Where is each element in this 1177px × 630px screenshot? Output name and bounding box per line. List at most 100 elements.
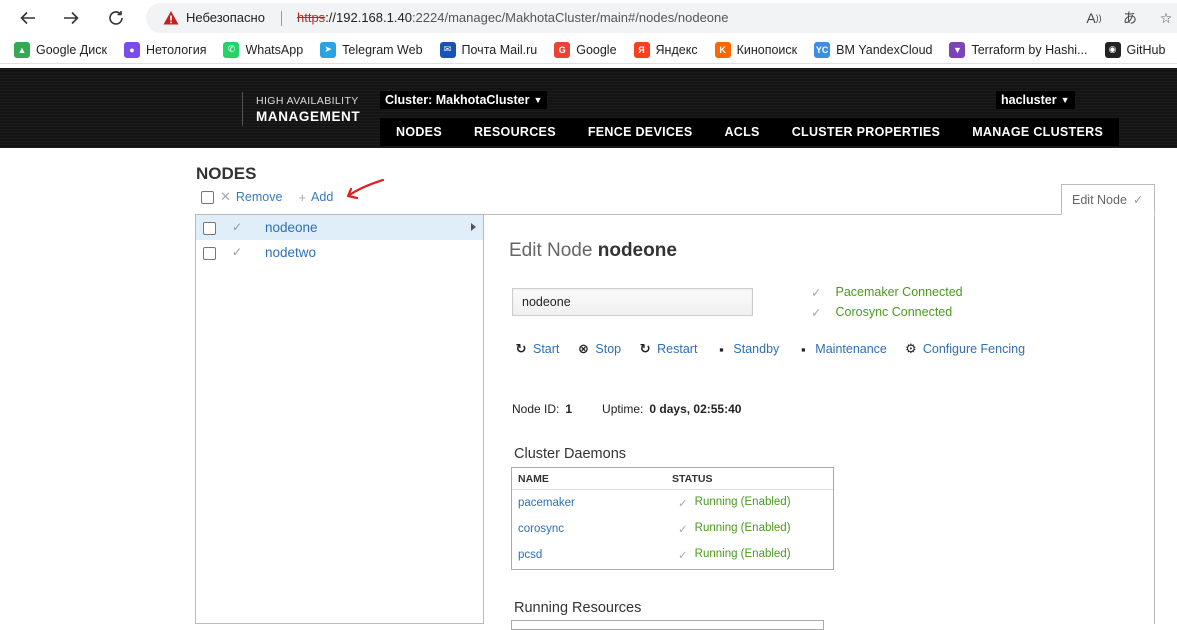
tab-acls[interactable]: ACLS	[708, 118, 775, 146]
url-text[interactable]: https://192.168.1.40:2224/managec/Makhot…	[297, 10, 728, 25]
daemon-status: Running (Enabled)	[694, 548, 791, 560]
url-path: :2224/managec/MakhotaCluster/main#/nodes…	[411, 10, 729, 25]
bookmark-item[interactable]: K Кинопоиск	[714, 41, 797, 58]
daemon-name[interactable]: pacemaker	[512, 497, 678, 509]
node-name[interactable]: nodetwo	[265, 245, 316, 260]
whatsapp-icon: ✆	[223, 41, 240, 58]
google-icon: G	[554, 41, 571, 58]
detail-title-prefix: Edit Node	[509, 240, 593, 261]
divider	[281, 11, 282, 26]
reload-icon	[109, 11, 123, 25]
favorites-add-icon[interactable]: ☆	[1155, 8, 1177, 28]
start-button[interactable]: ↻ Start	[514, 341, 560, 357]
restart-button[interactable]: ↻ Restart	[638, 341, 698, 357]
tab-fence-devices[interactable]: FENCE DEVICES	[572, 118, 709, 146]
daemon-name[interactable]: pcsd	[512, 549, 678, 561]
url-scheme: https	[297, 10, 326, 25]
add-label: Add	[311, 190, 334, 204]
bookmark-item[interactable]: ▲ Google Диск	[14, 41, 107, 58]
select-all-checkbox[interactable]	[201, 190, 214, 204]
bookmark-item[interactable]: ✆ WhatsApp	[223, 41, 303, 58]
remove-button[interactable]: ✕ Remove	[220, 189, 282, 205]
detail-title-node: nodeone	[597, 240, 677, 261]
check-icon: ✓	[1132, 193, 1144, 207]
daemon-name[interactable]: corosync	[512, 523, 678, 535]
nodes-toolbar: ✕ Remove + Add	[201, 189, 333, 205]
node-id-label: Node ID:	[512, 402, 560, 416]
configure-fencing-button[interactable]: ⚙ Configure Fencing	[904, 341, 1025, 357]
maintenance-label: Maintenance	[815, 342, 887, 356]
google-drive-icon: ▲	[14, 41, 30, 58]
github-icon: ◉	[1104, 41, 1121, 58]
user-dropdown[interactable]: hacluster ▼	[996, 91, 1075, 109]
url-host: ://192.168.1.40	[325, 10, 412, 25]
insecure-label[interactable]: Небезопасно	[186, 10, 265, 25]
restart-label: Restart	[657, 342, 698, 356]
bookmark-label: Terraform by Hashi...	[971, 42, 1088, 57]
tab-resources[interactable]: RESOURCES	[458, 118, 572, 146]
address-bar[interactable]: Небезопасно https://192.168.1.40:2224/ma…	[146, 3, 1177, 33]
daemon-status: Running (Enabled)	[694, 522, 791, 534]
bookmark-item[interactable]: ➤ Telegram Web	[320, 41, 423, 58]
node-name[interactable]: nodeone	[265, 220, 318, 235]
bookmark-item[interactable]: G Google	[554, 41, 617, 58]
bookmark-item[interactable]: ▼ Terraform by Hashi...	[949, 41, 1088, 58]
table-row: pcsd ✓ Running (Enabled)	[512, 542, 833, 568]
check-icon: ✓	[232, 245, 243, 259]
tab-manage-clusters[interactable]: MANAGE CLUSTERS	[956, 118, 1119, 146]
add-button[interactable]: + Add	[298, 190, 333, 205]
caret-right-icon	[471, 223, 476, 231]
node-checkbox[interactable]	[203, 247, 216, 260]
yandexcloud-icon: YC	[814, 41, 831, 58]
reload-button[interactable]	[102, 4, 130, 32]
status-text: Pacemaker Connected	[835, 285, 963, 299]
column-name: NAME	[518, 472, 549, 485]
translate-icon[interactable]: あ	[1119, 8, 1141, 28]
node-checkbox[interactable]	[203, 222, 216, 235]
bookmark-label: GitHub	[1126, 42, 1166, 57]
bookmark-item[interactable]: Я Яндекс	[633, 41, 698, 58]
node-meta: Node ID: 1 Uptime: 0 days, 02:55:40	[512, 402, 741, 416]
user-label: hacluster	[1001, 93, 1057, 107]
standby-button[interactable]: ▪ Standby	[714, 342, 779, 357]
tab-nodes[interactable]: NODES	[380, 118, 458, 146]
forward-button[interactable]	[57, 4, 85, 32]
table-header: NAME STATUS	[512, 468, 833, 490]
table-row: corosync ✓ Running (Enabled)	[512, 516, 833, 542]
netology-icon: ●	[123, 41, 140, 58]
bookmarks-bar: ▲ Google Диск ● Нетология ✆ WhatsApp ➤ Telegram…	[0, 36, 1177, 64]
check-icon: ✓	[678, 550, 688, 562]
list-item[interactable]: ✓ nodeone	[196, 215, 484, 240]
tab-edit-node[interactable]: Edit Node ✓	[1061, 184, 1155, 215]
list-item[interactable]: ✓ nodetwo	[196, 240, 484, 265]
annotation-arrow-icon	[346, 178, 385, 200]
corosync-status: ✓ Corosync Connected	[811, 305, 952, 320]
resources-table	[511, 620, 824, 630]
bookmark-item[interactable]: ● Нетология	[123, 41, 206, 58]
bookmark-item[interactable]: YC ВМ YandexCloud	[814, 41, 932, 58]
plus-icon: +	[298, 189, 307, 205]
bookmark-item[interactable]: ✉ Почта Mail.ru	[439, 41, 537, 58]
refresh-icon: ↻	[639, 341, 651, 356]
caret-down-icon: ▼	[1060, 95, 1070, 105]
node-name-field[interactable]: nodeone	[512, 288, 753, 316]
cluster-dropdown[interactable]: Cluster: MakhotaCluster ▼	[380, 91, 548, 109]
warning-icon	[163, 11, 179, 25]
tab-cluster-properties[interactable]: CLUSTER PROPERTIES	[776, 118, 956, 146]
maintenance-button[interactable]: ▪ Maintenance	[796, 342, 887, 357]
maintenance-icon: ▪	[800, 341, 806, 357]
stop-button[interactable]: ⊗ Stop	[576, 341, 621, 357]
start-label: Start	[533, 342, 560, 356]
bookmark-item[interactable]: ◉ GitHub	[1104, 41, 1166, 58]
brand-logo[interactable]: HIGH AVAILABILITY MANAGEMENT	[242, 92, 360, 126]
back-button[interactable]	[14, 4, 42, 32]
daemon-status: Running (Enabled)	[694, 496, 791, 508]
bookmark-label: Telegram Web	[342, 42, 423, 57]
brand-top: HIGH AVAILABILITY	[256, 95, 359, 107]
read-aloud-icon[interactable]: A))	[1083, 8, 1105, 28]
refresh-icon: ↻	[515, 341, 527, 356]
bookmark-label: Яндекс	[655, 42, 698, 57]
stop-label: Stop	[595, 342, 622, 356]
node-actions: ↻ Start ⊗ Stop ↻ Restart ▪ Standby ▪ Mai…	[514, 341, 1042, 357]
pacemaker-status: ✓ Pacemaker Connected	[811, 285, 963, 300]
